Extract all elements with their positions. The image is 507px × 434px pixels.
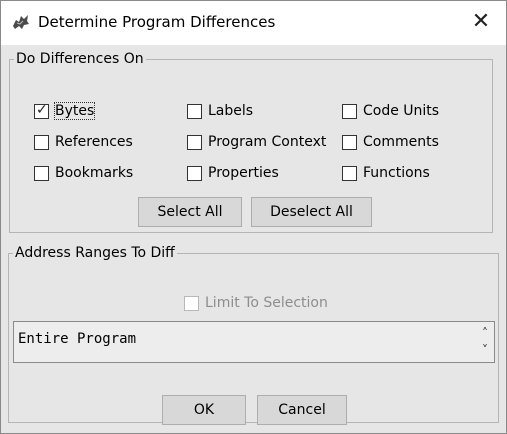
checkbox-label: Program Context (208, 134, 327, 150)
checkbox-label: Bytes (53, 102, 96, 120)
dragon-app-icon (13, 15, 29, 29)
chevron-up-icon[interactable]: ˄ (479, 327, 491, 339)
select-all-button[interactable]: Select All (138, 197, 242, 227)
bookmarks-checkbox[interactable]: Bookmarks (34, 163, 133, 183)
properties-checkbox[interactable]: Properties (187, 163, 279, 183)
address-ranges-group: Address Ranges To Diff Limit To Selectio… (8, 245, 499, 423)
cancel-button[interactable]: Cancel (257, 395, 347, 425)
checkbox-label: Labels (208, 103, 254, 119)
checkbox-box: ✓ (34, 101, 49, 119)
address-range-list[interactable]: Entire Program ˄ ˅ (13, 321, 495, 363)
close-button[interactable]: ✕ (463, 6, 499, 38)
checkbox-label: Bookmarks (55, 165, 134, 181)
checkbox-box (34, 165, 49, 181)
functions-checkbox[interactable]: Functions (342, 163, 430, 183)
labels-checkbox[interactable]: Labels (187, 101, 253, 121)
checkbox-label: References (55, 134, 133, 150)
checkbox-label: Code Units (363, 103, 440, 119)
checkbox-box (342, 165, 357, 181)
checkbox-box (187, 134, 202, 150)
checkbox-label: Properties (208, 165, 279, 181)
checkbox-label: Limit To Selection (205, 295, 328, 311)
dialog-window: Determine Program Differences ✕ Do Diffe… (0, 0, 507, 434)
checkbox-box (342, 134, 357, 150)
checkbox-box (342, 103, 357, 119)
references-checkbox[interactable]: References (34, 132, 133, 152)
deselect-all-button[interactable]: Deselect All (251, 197, 372, 227)
checkbox-box (187, 103, 202, 119)
checkbox-label: Functions (363, 165, 430, 181)
close-icon: ✕ (471, 9, 491, 34)
program-context-checkbox[interactable]: Program Context (187, 132, 326, 152)
checkbox-box (184, 295, 199, 311)
comments-checkbox[interactable]: Comments (342, 132, 439, 152)
check-icon: ✓ (36, 101, 48, 118)
checkbox-label: Comments (363, 134, 439, 150)
title-bar[interactable]: Determine Program Differences ✕ (1, 1, 506, 45)
code-units-checkbox[interactable]: Code Units (342, 101, 439, 121)
chevron-down-icon[interactable]: ˅ (479, 344, 491, 356)
checkbox-box (34, 134, 49, 150)
do-differences-on-group: Do Differences On ✓ Bytes Labels Code Un… (9, 51, 493, 233)
checkbox-box (187, 165, 202, 181)
bytes-checkbox[interactable]: ✓ Bytes (34, 101, 96, 121)
dialog-content: Do Differences On ✓ Bytes Labels Code Un… (1, 45, 506, 433)
window-title: Determine Program Differences (38, 13, 276, 31)
limit-to-selection-checkbox[interactable]: Limit To Selection (184, 293, 328, 313)
address-range-value: Entire Program (18, 331, 137, 347)
do-differences-on-legend: Do Differences On (16, 51, 144, 67)
ok-button[interactable]: OK (162, 395, 246, 425)
address-ranges-legend: Address Ranges To Diff (15, 245, 175, 261)
